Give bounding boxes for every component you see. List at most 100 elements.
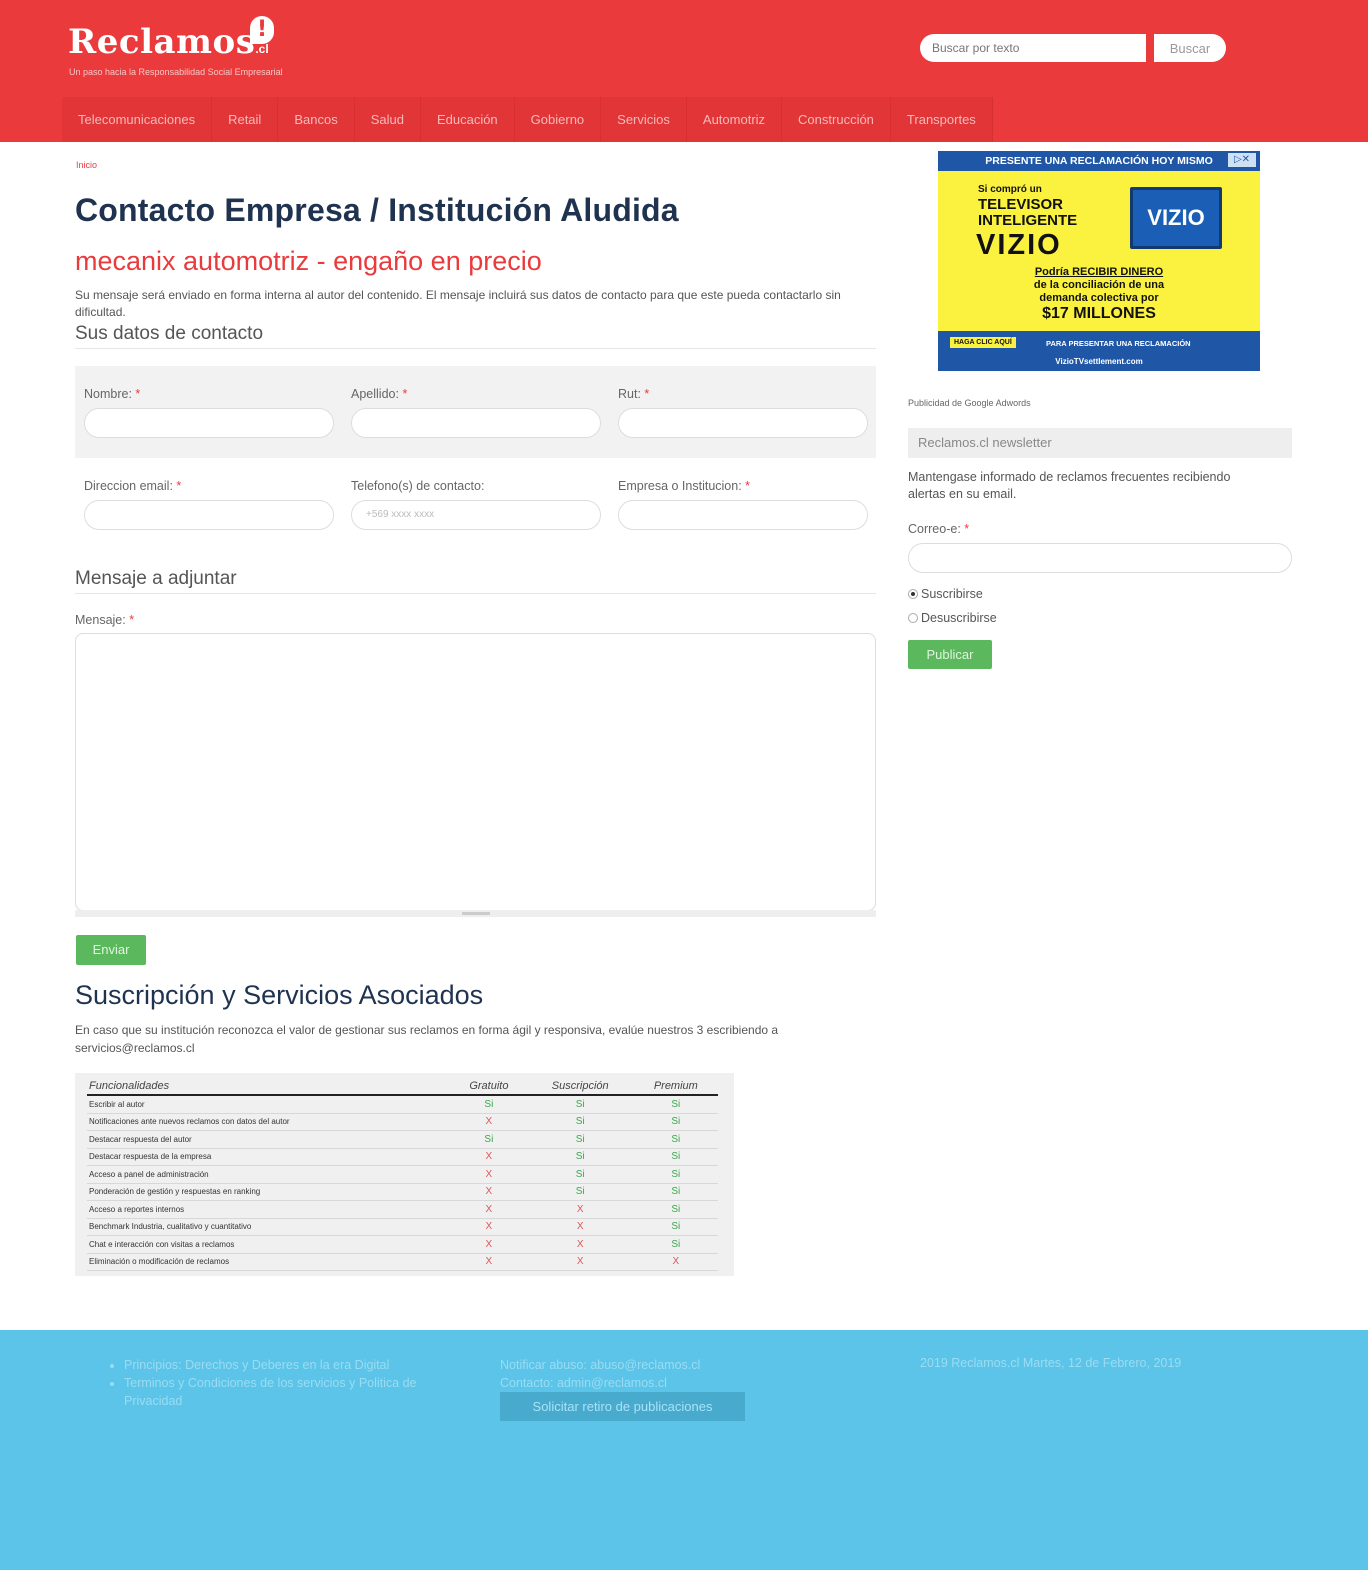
breadcrumb[interactable]: Inicio	[76, 160, 97, 170]
feature-name-cell: Escribir al autor	[87, 1095, 451, 1114]
ad-close-icon[interactable]: ▷✕	[1228, 153, 1256, 167]
table-row: Acceso a reportes internos X X Si	[87, 1200, 718, 1219]
required-mark: *	[176, 479, 182, 493]
radio-selected-icon	[908, 589, 918, 599]
ad-cta-button[interactable]: HAGA CLIC AQUÍ	[950, 337, 1016, 348]
ad-banner[interactable]: PRESENTE UNA RECLAMACIÓN HOY MISMO ▷✕ Si…	[938, 151, 1260, 371]
footer-links: Principios: Derechos y Deberes en la era…	[106, 1356, 466, 1410]
feature-value-cell: Si	[451, 1095, 527, 1114]
table-row: Escribir al autor Si Si Si	[87, 1095, 718, 1114]
nav-item-construccion[interactable]: Construcción	[782, 97, 891, 142]
feature-value-cell: X	[451, 1183, 527, 1201]
page-subtitle: mecanix automotriz - engaño en precio	[75, 246, 542, 276]
ad-bottom-bar: HAGA CLIC AQUÍ PARA PRESENTAR UNA RECLAM…	[938, 331, 1260, 371]
table-row: Notificaciones ante nuevos reclamos con …	[87, 1113, 718, 1131]
table-header-row: Funcionalidades Gratuito Suscripción Pre…	[87, 1077, 718, 1096]
nav-item-servicios[interactable]: Servicios	[601, 97, 687, 142]
apellido-field[interactable]	[351, 408, 601, 438]
ad-top-banner: PRESENTE UNA RECLAMACIÓN HOY MISMO	[938, 151, 1260, 171]
ad-body: Podría RECIBIR DINERO de la conciliación…	[938, 266, 1260, 305]
ad-amount: $17 MILLONES	[1042, 305, 1156, 322]
feature-name-cell: Benchmark Industria, cualitativo y cuant…	[87, 1218, 451, 1236]
nav-item-automotriz[interactable]: Automotriz	[687, 97, 783, 142]
table-row: Destacar respuesta del autor Si Si Si	[87, 1130, 718, 1149]
feature-value-cell: X	[451, 1218, 527, 1236]
newsletter-email-field[interactable]	[908, 543, 1292, 573]
subscribe-label: Suscribirse	[921, 587, 983, 601]
nombre-label: Nombre: *	[84, 387, 140, 401]
logo-mark-icon: !	[250, 16, 274, 44]
nav-item-retail[interactable]: Retail	[212, 97, 279, 142]
search-button[interactable]: Buscar	[1154, 34, 1226, 62]
feature-value-cell: X	[526, 1235, 634, 1254]
feature-value-cell: X	[526, 1253, 634, 1271]
feature-value-cell: X	[451, 1200, 527, 1219]
rut-field[interactable]	[618, 408, 868, 438]
subscription-title: Suscripción y Servicios Asociados	[75, 980, 484, 1010]
logo-cl: .cl	[255, 42, 269, 56]
nombre-field[interactable]	[84, 408, 334, 438]
email-label-text: Direccion email:	[84, 479, 173, 493]
footer-copyright: 2019 Reclamos.cl Martes, 12 de Febrero, …	[920, 1356, 1182, 1370]
empresa-label-text: Empresa o Institucion:	[618, 479, 742, 493]
table-row: Eliminación o modificación de reclamos X X…	[87, 1253, 718, 1271]
footer-link-principios[interactable]: Principios: Derechos y Deberes en la era…	[124, 1356, 466, 1374]
publish-button[interactable]: Publicar	[908, 640, 992, 669]
feature-value-cell: Si	[526, 1183, 634, 1201]
feature-value-cell: Si	[633, 1235, 718, 1254]
subscribe-radio[interactable]: Suscribirse	[908, 587, 983, 601]
ad-body-line: de la conciliación de una	[1033, 279, 1165, 291]
nav-item-telecomunicaciones[interactable]: Telecomunicaciones	[62, 97, 213, 142]
tagline: Un paso hacia la Responsabilidad Social …	[69, 67, 283, 77]
feature-name-cell: Ponderación de gestión y respuestas en r…	[87, 1183, 451, 1201]
ad-body-line: Podría RECIBIR DINERO	[1034, 266, 1164, 278]
nav-item-educacion[interactable]: Educación	[421, 97, 515, 142]
feature-value-cell: X	[633, 1253, 718, 1271]
footer-abuse-link[interactable]: Notificar abuso: abuso@reclamos.cl	[500, 1356, 700, 1374]
footer-link-terminos[interactable]: Terminos y Condiciones de los servicios …	[124, 1374, 466, 1410]
site-header: Reclamos.cl ! Un paso hacia la Responsab…	[0, 0, 1368, 142]
footer-contact-link[interactable]: Contacto: admin@reclamos.cl	[500, 1374, 700, 1392]
feature-value-cell: Si	[633, 1183, 718, 1201]
message-label: Mensaje: *	[75, 613, 134, 627]
table-row: Destacar respuesta de la empresa X Si Si	[87, 1148, 718, 1166]
email-field[interactable]	[84, 500, 334, 530]
feature-value-cell: Si	[526, 1113, 634, 1131]
adwords-label: Publicidad de Google Adwords	[908, 398, 1031, 408]
feature-name-cell: Destacar respuesta del autor	[87, 1130, 451, 1149]
empresa-field[interactable]	[618, 500, 868, 530]
feature-value-cell: Si	[451, 1130, 527, 1149]
nombre-label-text: Nombre:	[84, 387, 132, 401]
feature-value-cell: Si	[633, 1218, 718, 1236]
newsletter-email-label-text: Correo-e:	[908, 522, 961, 536]
feature-name-cell: Destacar respuesta de la empresa	[87, 1148, 451, 1166]
footer-contact: Notificar abuso: abuso@reclamos.cl Conta…	[500, 1356, 700, 1392]
nav-item-bancos[interactable]: Bancos	[278, 97, 355, 142]
search-input[interactable]	[920, 34, 1146, 62]
resize-grip-icon[interactable]	[462, 912, 490, 915]
nav-item-transportes[interactable]: Transportes	[891, 97, 993, 142]
ad-brand: VIZIO	[976, 229, 1062, 261]
ad-line2: TELEVISOR INTELIGENTE	[978, 197, 1077, 229]
nav-item-salud[interactable]: Salud	[355, 97, 421, 142]
table-row: Chat e interacción con visitas a reclamo…	[87, 1235, 718, 1254]
required-mark: *	[402, 387, 408, 401]
site-logo[interactable]: Reclamos.cl !	[68, 16, 274, 62]
nav-item-gobierno[interactable]: Gobierno	[515, 97, 602, 142]
subscription-text: En caso que su institución reconozca el …	[75, 1023, 779, 1055]
ad-line2a: TELEVISOR	[978, 196, 1064, 213]
unsubscribe-radio[interactable]: Desuscribirse	[908, 611, 997, 625]
newsletter-text: Mantengase informado de reclamos frecuen…	[908, 470, 1231, 501]
feature-name-cell: Chat e interacción con visitas a reclamo…	[87, 1235, 451, 1254]
send-button[interactable]: Enviar	[76, 935, 146, 965]
message-heading: Mensaje a adjuntar	[75, 568, 237, 589]
newsletter-email-label: Correo-e: *	[908, 522, 969, 536]
feature-value-cell: X	[451, 1235, 527, 1254]
telefono-field[interactable]: +569 xxxx xxxx	[351, 500, 601, 530]
message-label-text: Mensaje:	[75, 613, 126, 627]
feature-value-cell: Si	[633, 1200, 718, 1219]
message-textarea[interactable]	[75, 633, 876, 911]
withdraw-button[interactable]: Solicitar retiro de publicaciones	[500, 1392, 745, 1421]
feature-value-cell: Si	[633, 1148, 718, 1166]
feature-value-cell: Si	[633, 1095, 718, 1114]
